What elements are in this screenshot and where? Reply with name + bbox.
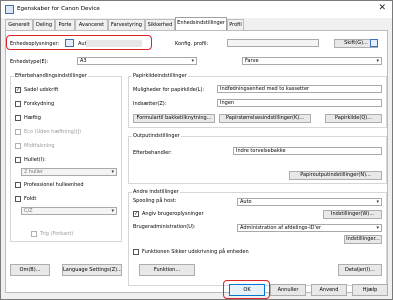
hjaelp-button[interactable]: Hjælp bbox=[352, 284, 388, 296]
tab-deling[interactable]: Deling bbox=[33, 19, 55, 30]
spooling-label: Spooling på host: bbox=[133, 198, 177, 204]
indsaetter-field[interactable]: Ingen bbox=[217, 99, 382, 107]
indsaetter-label: Indsætter(Z): bbox=[133, 101, 167, 107]
professionel-label: Professionel hulleenhed bbox=[24, 182, 84, 188]
chevron-down-icon: ▾ bbox=[376, 225, 379, 231]
funktioner-label: Funktionen Sikker udskrivning på enheden bbox=[142, 249, 249, 255]
title-bar: Egenskaber for Canon Device ✕ bbox=[1, 1, 392, 18]
sadel-label: Sadel udskrift bbox=[24, 87, 59, 93]
papirkilde-button[interactable]: Papirkilde(Q)... bbox=[325, 114, 382, 123]
tab-porte[interactable]: Porte bbox=[55, 19, 75, 30]
chevron-down-icon: ▾ bbox=[191, 58, 194, 64]
midtfoldning-label: Midtfalsning bbox=[24, 143, 55, 149]
midtfoldning-checkbox[interactable] bbox=[15, 143, 21, 149]
paper-source-group-title: Papirkildeindstillinger bbox=[132, 73, 188, 79]
haefte-label: Hæftig bbox=[24, 115, 41, 121]
output-group-title: Outputindstillinger bbox=[132, 133, 181, 139]
highlight-enhedsoplysninger bbox=[6, 35, 152, 50]
funktion-button[interactable]: Funktion... bbox=[139, 264, 195, 276]
brugeradm-value: Administration af afdelings-ID'er bbox=[240, 225, 322, 231]
anvend-button[interactable]: Anvend bbox=[311, 284, 347, 296]
chevron-down-icon: ▾ bbox=[111, 208, 114, 214]
muligheder-label: Muligheder for papirkilde(L): bbox=[133, 87, 205, 93]
efterbehandler-field[interactable]: Indre torvelsebakke bbox=[233, 147, 382, 155]
konfig-profil-label: Konfig. profil: bbox=[175, 41, 209, 47]
hullet-checkbox[interactable] bbox=[15, 157, 21, 163]
haefte-checkbox[interactable] bbox=[15, 115, 21, 121]
indstillinger-button-2[interactable]: Indstillinger... bbox=[344, 235, 382, 244]
detaljer-button[interactable]: Detaljer(I)... bbox=[338, 264, 382, 276]
color-mode-value: Farve bbox=[245, 58, 259, 64]
other-settings-group-title: Andre indstillinger bbox=[132, 189, 180, 195]
forskydning-checkbox[interactable] bbox=[15, 101, 21, 107]
foldt-checkbox[interactable] bbox=[15, 196, 21, 202]
tab-enhedsindstillinger[interactable]: Enhedsindstillinger bbox=[175, 17, 227, 30]
chevron-down-icon: ▾ bbox=[376, 58, 379, 64]
enhedstype-label: Enhedstype(E): bbox=[10, 59, 49, 65]
config-printer-icon bbox=[370, 39, 378, 47]
spooling-value: Auto bbox=[240, 199, 252, 205]
color-mode-select[interactable]: Farve ▾ bbox=[242, 57, 382, 65]
paper-size-value: A3 bbox=[80, 58, 87, 64]
angiv-checkbox[interactable]: ✓ bbox=[133, 211, 139, 217]
eco-label: Eco (Uden hæftning)(J) bbox=[24, 129, 82, 135]
brugeradm-select[interactable]: Administration af afdelings-ID'er ▾ bbox=[237, 224, 382, 232]
tab-profil[interactable]: Profil bbox=[227, 19, 244, 30]
hul-select-value: 2 huller bbox=[24, 169, 44, 175]
foldt-label: Foldt bbox=[24, 196, 37, 202]
finishing-group-title: Efterbehandlingsindstillinger bbox=[14, 73, 88, 79]
dialog-window: Egenskaber for Canon Device ✕ Generelt D… bbox=[0, 0, 393, 300]
brugeradm-label: Brugeradministration(U): bbox=[133, 224, 196, 230]
chevron-down-icon: ▾ bbox=[111, 169, 114, 175]
trig-checkbox[interactable] bbox=[31, 231, 37, 237]
eco-checkbox[interactable] bbox=[15, 129, 21, 135]
chevron-down-icon: ▾ bbox=[376, 199, 379, 205]
formular-button[interactable]: Formulartil bakketilknytning... bbox=[133, 114, 215, 123]
forskydning-label: Forskydning bbox=[24, 101, 55, 107]
sadel-checkbox[interactable]: ✓ bbox=[15, 87, 21, 93]
tab-generelt[interactable]: Generelt bbox=[5, 19, 33, 30]
indstillinger-button-1[interactable]: Indstillinger(W)... bbox=[323, 210, 382, 219]
tab-avanceret[interactable]: Avanceret bbox=[75, 19, 108, 30]
efterbehandler-label: Efterbehandler: bbox=[133, 150, 172, 156]
funktioner-checkbox[interactable] bbox=[133, 249, 139, 255]
papiroutput-button[interactable]: Papiroutputindstillinger(N)... bbox=[289, 171, 382, 180]
professionel-checkbox[interactable] bbox=[15, 182, 21, 188]
angiv-label: Angiv brugeroplysninger bbox=[142, 211, 204, 217]
language-settings-button[interactable]: Language Settings(Z)... bbox=[62, 264, 122, 276]
window-title: Egenskaber for Canon Device bbox=[17, 6, 100, 12]
annuller-button[interactable]: Annuller bbox=[270, 284, 306, 296]
trig-label: Trig (Forkant) bbox=[40, 231, 74, 237]
papirstorrelse-button[interactable]: Papirstørrelsesindstillinger(K)... bbox=[219, 114, 311, 123]
spooling-select[interactable]: Auto ▾ bbox=[237, 198, 382, 206]
close-icon[interactable]: ✕ bbox=[378, 3, 386, 13]
paper-size-select[interactable]: A3 ▾ bbox=[77, 57, 197, 65]
muligheder-field[interactable]: Indfødningsenhed med to kassetter bbox=[217, 85, 382, 93]
foldt-select[interactable]: C/Z ▾ bbox=[21, 207, 117, 215]
highlight-ok bbox=[223, 280, 270, 299]
tab-sikkerhed[interactable]: Sikkerhed bbox=[145, 19, 175, 30]
hul-select[interactable]: 2 huller ▾ bbox=[21, 168, 117, 176]
om-button[interactable]: Om(B)... bbox=[10, 264, 50, 276]
tab-farvestyring[interactable]: Farvestyring bbox=[108, 19, 145, 30]
printer-icon bbox=[5, 5, 14, 14]
hullet-label: Hullet(I): bbox=[24, 157, 46, 163]
konfig-profil-field bbox=[227, 39, 319, 47]
foldt-select-value: C/Z bbox=[24, 208, 33, 214]
